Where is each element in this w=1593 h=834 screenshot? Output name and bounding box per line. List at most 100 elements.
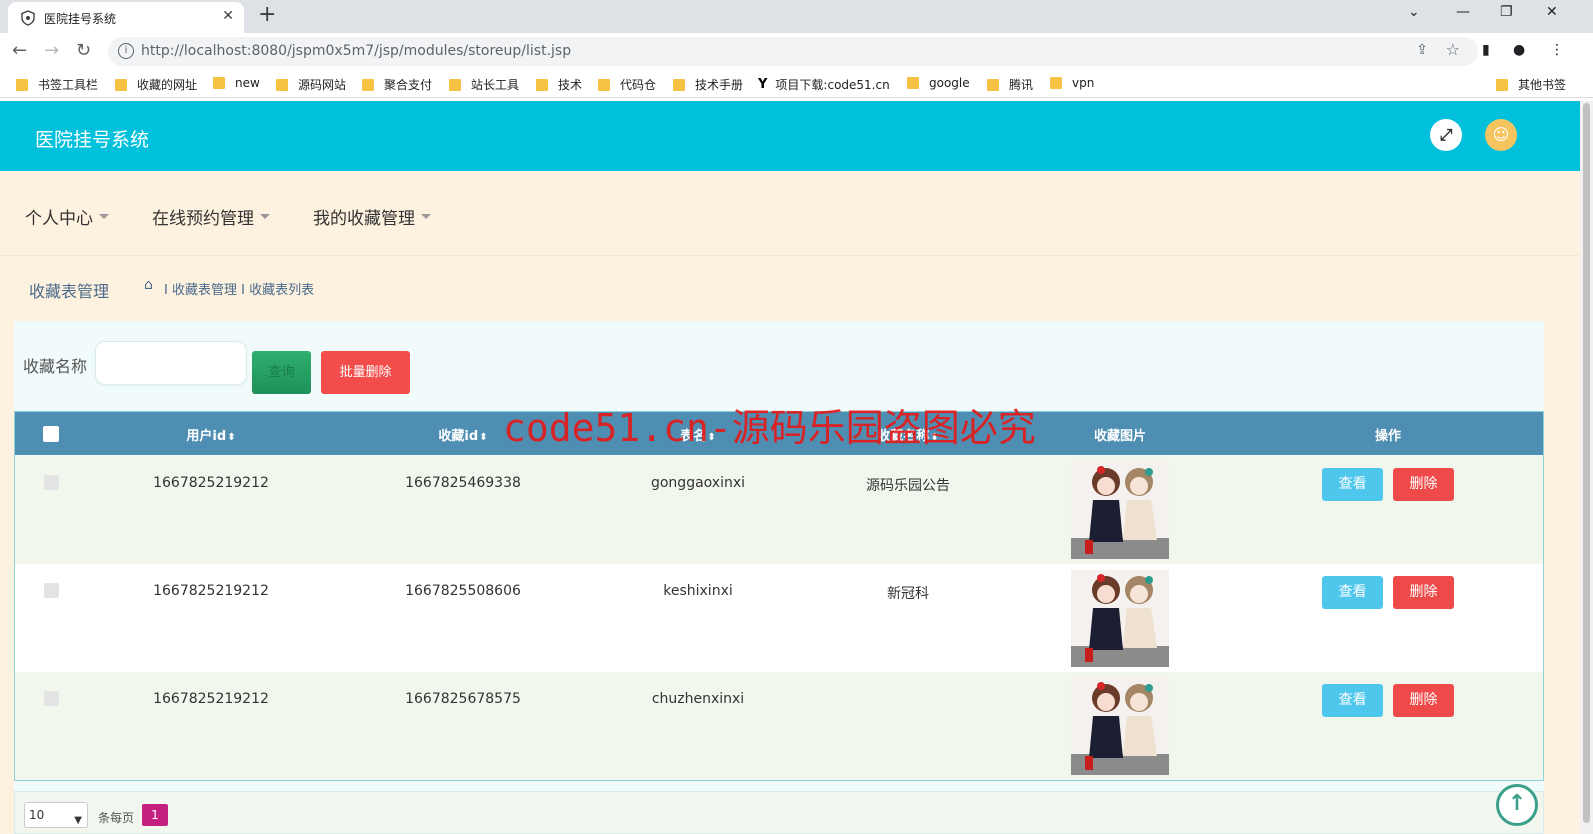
sort-icon: ⬍ — [227, 432, 236, 443]
folder-icon — [598, 78, 610, 91]
bookmark-item[interactable]: 代码仓 — [598, 76, 656, 93]
menu-personal-center[interactable]: 个人中心 — [25, 204, 109, 229]
select-all-checkbox[interactable] — [43, 426, 59, 442]
other-bookmarks[interactable]: 其他书签 — [1496, 76, 1566, 93]
row-checkbox[interactable] — [44, 583, 59, 598]
table-row: 1667825219212 1667825678575 chuzhenxinxi — [15, 672, 1543, 780]
restore-icon[interactable]: ❐ — [1500, 4, 1513, 20]
page: 医院挂号系统 ⤢ ☺ 个人中心 在线预约管理 我的收藏管理 收藏表管理 ⌂ I … — [0, 101, 1580, 834]
forward-arrow-icon[interactable]: → — [44, 40, 59, 61]
folder-icon — [673, 78, 685, 91]
breadcrumb: 收藏表管理 ⌂ I 收藏表管理 I 收藏表列表 — [0, 255, 1580, 317]
new-tab-button[interactable]: + — [258, 2, 276, 27]
tab-close-icon[interactable]: ✕ — [222, 8, 234, 24]
site-info-icon[interactable]: i — [118, 43, 134, 59]
page-number-active[interactable]: 1 — [142, 804, 168, 826]
bookmark-item[interactable]: new — [213, 76, 260, 90]
app-title: 医院挂号系统 — [35, 129, 150, 151]
folder-icon — [16, 78, 28, 91]
batch-delete-button[interactable]: 批量删除 — [321, 351, 410, 394]
folder-icon — [536, 78, 548, 91]
folder-icon — [276, 78, 288, 91]
bookmark-item[interactable]: 技术手册 — [673, 76, 743, 93]
favorite-thumbnail — [1071, 678, 1169, 775]
back-arrow-icon[interactable]: ← — [12, 40, 27, 61]
fullscreen-icon[interactable]: ⤢ — [1430, 119, 1462, 151]
side-panel-icon[interactable]: ▮ — [1482, 42, 1490, 58]
bookmark-item[interactable]: 书签工具栏 — [16, 76, 98, 93]
reload-icon[interactable]: ↻ — [76, 40, 91, 61]
bookmark-item[interactable]: 收藏的网址 — [115, 76, 197, 93]
browser-tab[interactable]: 医院挂号系统 ✕ — [8, 2, 244, 33]
bookmark-item[interactable]: Y 项目下载:code51.cn — [758, 76, 890, 93]
caret-down-icon — [99, 214, 109, 219]
bookmark-item[interactable]: 源码网站 — [276, 76, 346, 93]
search-button[interactable]: 查询 — [252, 351, 311, 394]
breadcrumb-path[interactable]: I 收藏表管理 I 收藏表列表 — [164, 279, 314, 298]
app-header: 医院挂号系统 ⤢ ☺ — [0, 101, 1580, 171]
top-menu: 个人中心 在线预约管理 我的收藏管理 — [0, 171, 1580, 255]
folder-icon — [115, 78, 127, 91]
page-scrollbar[interactable] — [1580, 101, 1593, 834]
favorite-thumbnail — [1071, 462, 1169, 559]
column-header-picture: 收藏图片 — [1093, 429, 1147, 444]
cell-tablename: gonggaoxinxi — [650, 475, 746, 491]
more-menu-icon[interactable]: ⋮ — [1550, 42, 1564, 58]
delete-button[interactable]: 删除 — [1393, 576, 1454, 609]
caret-down-icon — [421, 214, 431, 219]
column-header-userid[interactable]: 用户id⬍ — [186, 425, 235, 444]
minimize-icon[interactable]: — — [1456, 4, 1470, 20]
y-logo-icon: Y — [758, 77, 768, 92]
cell-tablename: chuzhenxinxi — [651, 691, 745, 707]
row-checkbox[interactable] — [44, 475, 59, 490]
cell-refid: 1667825469338 — [405, 475, 521, 491]
menu-appointment-management[interactable]: 在线预约管理 — [152, 204, 270, 229]
url-bar[interactable]: i http://localhost:8080/jspm0x5m7/jsp/mo… — [108, 37, 1478, 66]
share-icon[interactable]: ⇪ — [1416, 42, 1428, 58]
column-header-actions: 操作 — [1374, 429, 1402, 444]
watermark: code51.cn-源码乐园盗图必究 — [503, 406, 1036, 450]
cell-name: 源码乐园公告 — [866, 478, 950, 494]
page-size-label: 条每页 — [98, 811, 135, 825]
close-window-icon[interactable]: ✕ — [1546, 4, 1558, 20]
row-checkbox[interactable] — [44, 691, 59, 706]
search-input[interactable] — [95, 341, 247, 385]
view-button[interactable]: 查看 — [1322, 684, 1383, 717]
delete-button[interactable]: 删除 — [1393, 468, 1454, 501]
shield-icon — [21, 10, 35, 26]
view-button[interactable]: 查看 — [1322, 468, 1383, 501]
delete-button[interactable]: 删除 — [1393, 684, 1454, 717]
column-header-refid[interactable]: 收藏id⬍ — [438, 425, 487, 444]
cell-tablename: keshixinxi — [663, 583, 733, 599]
table-row: 1667825219212 1667825508606 keshixinxi 新… — [15, 564, 1543, 672]
bookmark-item[interactable]: google — [907, 76, 970, 90]
bookmark-item[interactable]: 腾讯 — [987, 76, 1033, 93]
url-text[interactable]: http://localhost:8080/jspm0x5m7/jsp/modu… — [141, 43, 571, 59]
folder-icon — [449, 78, 461, 91]
view-button[interactable]: 查看 — [1322, 576, 1383, 609]
cell-name: 新冠科 — [887, 586, 929, 602]
cell-userid: 1667825219212 — [153, 583, 269, 599]
bookmark-item[interactable]: 技术 — [536, 76, 582, 93]
home-icon[interactable]: ⌂ — [144, 277, 153, 293]
bookmark-item[interactable]: 聚合支付 — [362, 76, 432, 93]
cell-userid: 1667825219212 — [153, 691, 269, 707]
folder-icon — [1496, 78, 1508, 91]
bookmark-item[interactable]: vpn — [1050, 76, 1094, 90]
bookmark-item[interactable]: 站长工具 — [449, 76, 519, 93]
bookmarks-bar: 书签工具栏 收藏的网址 new 源码网站 聚合支付 站长工具 技术 代码仓 技术… — [0, 70, 1593, 98]
menu-favorites-management[interactable]: 我的收藏管理 — [313, 204, 431, 229]
page-size-select[interactable]: 10 ▼ — [24, 802, 88, 828]
bookmark-star-icon[interactable]: ☆ — [1446, 40, 1460, 59]
chevron-down-icon: ▼ — [74, 815, 82, 826]
back-to-top-icon[interactable]: ↑ — [1496, 784, 1538, 826]
scrollbar-thumb[interactable] — [1583, 103, 1590, 823]
tab-search-chevron-icon[interactable]: ⌄ — [1408, 4, 1420, 20]
user-avatar-icon[interactable]: ☺ — [1485, 119, 1517, 151]
folder-icon — [907, 77, 919, 89]
profile-icon[interactable]: ● — [1513, 42, 1525, 58]
page-title: 收藏表管理 — [29, 282, 110, 301]
folder-icon — [213, 77, 225, 89]
favorite-thumbnail — [1071, 570, 1169, 667]
cell-refid: 1667825508606 — [405, 583, 521, 599]
